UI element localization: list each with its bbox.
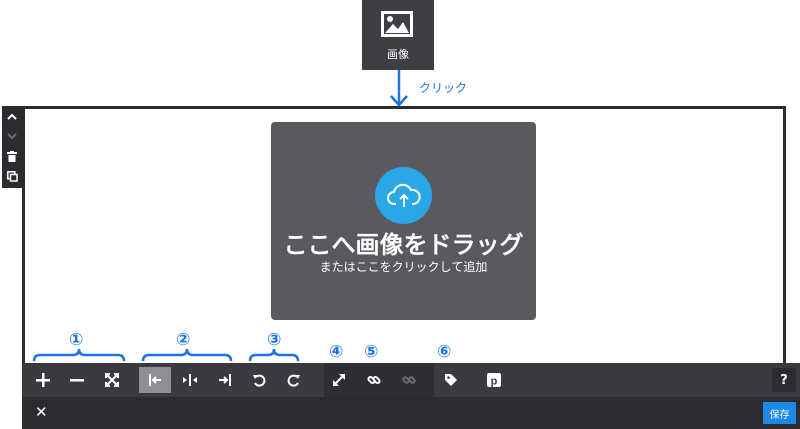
move-down-button[interactable] <box>2 127 22 145</box>
align-left-button[interactable] <box>139 367 171 393</box>
duplicate-button[interactable] <box>2 167 22 185</box>
align-center-button[interactable] <box>177 363 203 397</box>
dropzone-title: ここへ画像をドラッグ <box>283 231 524 259</box>
rotate-left-button[interactable] <box>246 363 272 397</box>
delete-button[interactable] <box>2 147 22 165</box>
image-widget-tile[interactable]: 画像 <box>362 0 434 70</box>
tag-button[interactable] <box>438 363 464 397</box>
image-toolbar: p <box>22 363 800 397</box>
fit-button[interactable] <box>99 363 125 397</box>
image-icon <box>381 11 413 37</box>
callout-5: ⑤ <box>364 342 379 362</box>
align-right-button[interactable] <box>212 363 238 397</box>
fit-icon <box>105 373 119 387</box>
save-button[interactable]: 保存 <box>763 402 796 424</box>
click-arrow-icon <box>390 70 408 107</box>
close-button[interactable]: ✕ <box>35 403 48 421</box>
unlink-icon <box>402 376 416 384</box>
rotate-right-button[interactable] <box>281 363 307 397</box>
editor-status-bar: ✕ 保存 <box>22 397 800 429</box>
duplicate-icon <box>6 170 18 182</box>
rotate-left-icon <box>253 374 266 387</box>
cloud-upload-icon <box>386 183 421 207</box>
move-up-button[interactable] <box>2 108 22 126</box>
brace-1 <box>32 348 126 362</box>
align-left-icon <box>149 374 161 386</box>
brace-3 <box>248 348 300 362</box>
unlink-button[interactable] <box>396 363 422 397</box>
brace-2 <box>141 348 233 362</box>
svg-text:p: p <box>491 376 498 388</box>
resize-icon <box>333 374 345 386</box>
pinterest-button[interactable]: p <box>481 363 507 397</box>
callout-4: ④ <box>329 342 344 362</box>
zoom-in-button[interactable] <box>30 363 56 397</box>
align-center-icon <box>183 374 197 386</box>
image-widget-label: 画像 <box>387 48 409 61</box>
chevron-down-icon <box>7 133 17 140</box>
click-annotation: クリック <box>419 81 468 95</box>
upload-button[interactable] <box>375 167 432 224</box>
pinterest-icon: p <box>487 373 501 387</box>
link-button[interactable] <box>361 363 387 397</box>
tag-icon <box>445 374 457 386</box>
trash-icon <box>7 150 17 162</box>
zoom-out-button[interactable] <box>64 363 90 397</box>
plus-icon <box>36 373 50 387</box>
dropzone-subtitle: またはここをクリックして追加 <box>319 260 488 274</box>
align-right-icon <box>219 374 231 386</box>
callout-6: ⑥ <box>437 342 452 362</box>
minus-icon <box>70 379 84 382</box>
link-icon <box>367 375 381 385</box>
resize-button[interactable] <box>326 363 352 397</box>
chevron-up-icon <box>7 113 17 120</box>
rotate-right-icon <box>287 374 300 387</box>
help-button[interactable]: ? <box>772 368 796 392</box>
element-side-toolbar <box>2 106 22 188</box>
image-dropzone[interactable]: ここへ画像をドラッグ またはここをクリックして追加 <box>271 122 536 320</box>
